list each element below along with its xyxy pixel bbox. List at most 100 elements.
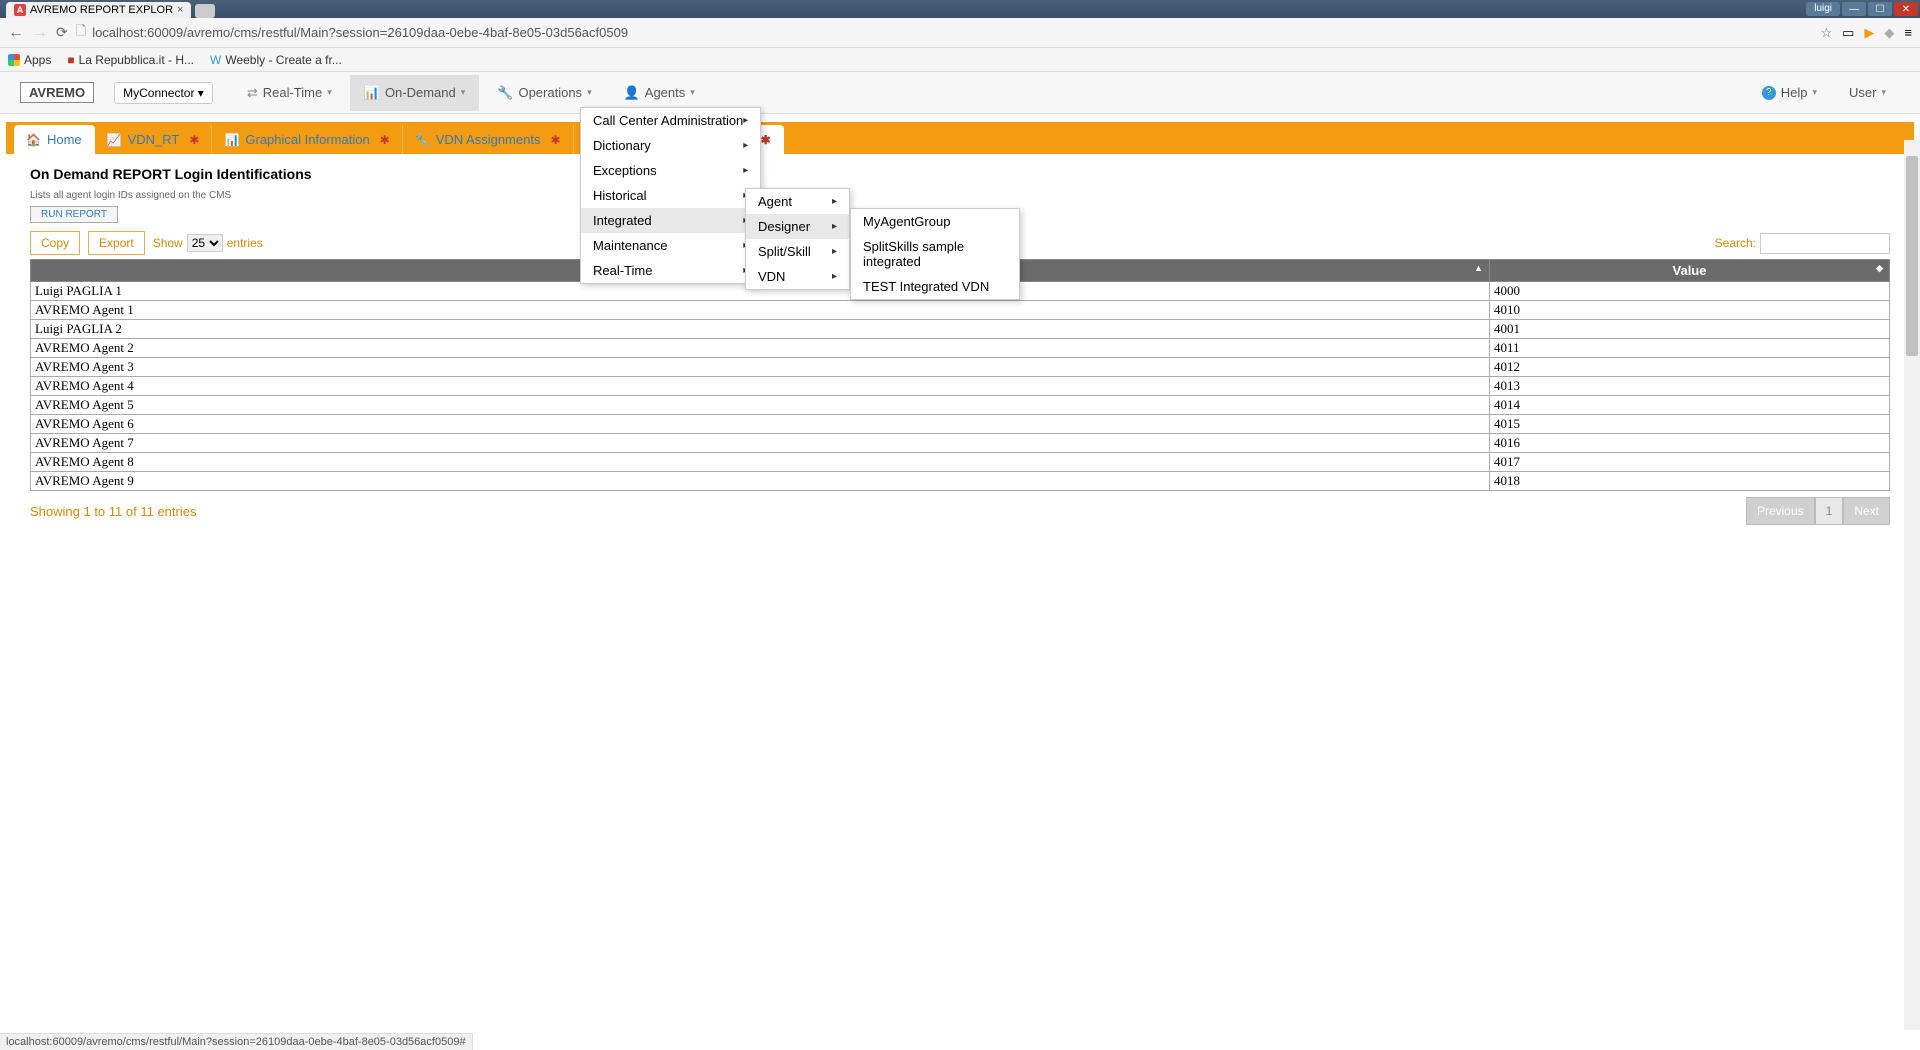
tab-close-icon[interactable]: ✱ [189, 133, 199, 147]
nav-operations[interactable]: 🔧 Operations ▾ [483, 75, 605, 111]
sort-icon: ◆ [1876, 263, 1883, 274]
table-row: AVREMO Agent 64015 [31, 415, 1890, 434]
caret-down-icon: ▾ [327, 87, 332, 98]
tab-close-icon[interactable]: ✱ [380, 133, 390, 147]
menu-item-splitskills-sample[interactable]: SplitSkills sample integrated [851, 234, 1019, 274]
tab-graphical-info[interactable]: 📊 Graphical Information ✱ [212, 125, 402, 154]
menu-icon[interactable]: ≡ [1904, 25, 1912, 40]
window-close-icon[interactable]: ✕ [1894, 2, 1918, 16]
new-tab-button[interactable] [195, 4, 215, 18]
table-row: AVREMO Agent 94018 [31, 472, 1890, 491]
integrated-menu: Agent▸ Designer▸ Split/Skill▸ VDN▸ [745, 188, 850, 290]
address-bar[interactable]: 🗋 localhost:60009/avremo/cms/restful/Mai… [76, 22, 1813, 44]
page-size-select[interactable]: 25 [187, 234, 223, 252]
menu-item-maintenance[interactable]: Maintenance▸ [581, 233, 760, 258]
nav-agents[interactable]: 👤 Agents ▾ [610, 75, 709, 111]
cell-value: 4018 [1490, 472, 1890, 491]
cell-name: AVREMO Agent 5 [31, 396, 1490, 415]
showing-info: Showing 1 to 11 of 11 entries [30, 504, 196, 519]
menu-item-vdn[interactable]: VDN▸ [746, 264, 849, 289]
wrench-icon: 🔧 [415, 133, 430, 147]
tab-close-icon[interactable]: ✱ [550, 133, 560, 147]
arrow-right-icon: ▸ [832, 246, 837, 257]
user-icon: 👤 [624, 85, 640, 101]
tab-close-icon[interactable]: × [177, 4, 183, 16]
app-navbar: AVREMO MyConnector ▾ ⇄ Real-Time ▾ 📊 On-… [0, 72, 1920, 114]
bookmark-favicon-icon: W [210, 53, 221, 67]
page-1-button[interactable]: 1 [1815, 497, 1844, 525]
menu-item-historical[interactable]: Historical▸ [581, 183, 760, 208]
nav-help[interactable]: ? Help ▾ [1748, 75, 1831, 110]
table-row: AVREMO Agent 74016 [31, 434, 1890, 453]
connector-dropdown[interactable]: MyConnector ▾ [114, 82, 213, 104]
run-report-button[interactable]: RUN REPORT [30, 206, 118, 223]
user-badge[interactable]: luigi [1806, 2, 1840, 16]
menu-item-test-integrated-vdn[interactable]: TEST Integrated VDN [851, 274, 1019, 299]
nav-realtime[interactable]: ⇄ Real-Time ▾ [233, 75, 346, 111]
vertical-scrollbar[interactable] [1904, 140, 1920, 1030]
arrow-right-icon: ▸ [743, 115, 748, 126]
table-row: Luigi PAGLIA 24001 [31, 320, 1890, 339]
bookmark-star-icon[interactable]: ☆ [1820, 25, 1832, 41]
caret-down-icon: ▾ [587, 87, 592, 98]
window-minimize-icon[interactable]: — [1842, 2, 1866, 16]
cell-name: AVREMO Agent 6 [31, 415, 1490, 434]
cell-value: 4010 [1490, 301, 1890, 320]
scrollbar-thumb[interactable] [1906, 156, 1918, 356]
tab-vdn-rt[interactable]: 📈 VDN_RT ✱ [95, 125, 213, 154]
browser-tab[interactable]: A AVREMO REPORT EXPLOR × [6, 2, 191, 18]
menu-item-dictionary[interactable]: Dictionary▸ [581, 133, 760, 158]
menu-item-callcenter[interactable]: Call Center Administration▸ [581, 108, 760, 133]
cell-name: AVREMO Agent 8 [31, 453, 1490, 472]
favicon-icon: A [14, 4, 26, 16]
nav-ondemand[interactable]: 📊 On-Demand ▾ [350, 75, 480, 111]
bookmark-item[interactable]: ■La Repubblica.it - H... [67, 53, 194, 67]
menu-item-myagentgroup[interactable]: MyAgentGroup [851, 209, 1019, 234]
cell-name: AVREMO Agent 3 [31, 358, 1490, 377]
tab-strip: 🏠 Home 📈 VDN_RT ✱ 📊 Graphical Informatio… [6, 122, 1914, 154]
arrow-right-icon: ▸ [832, 221, 837, 232]
report-title: On Demand REPORT Login Identifications [30, 166, 1890, 182]
cell-value: 4011 [1490, 339, 1890, 358]
play-icon[interactable]: ▶ [1864, 25, 1874, 41]
cell-name: AVREMO Agent 4 [31, 377, 1490, 396]
menu-item-designer[interactable]: Designer▸ [746, 214, 849, 239]
search-box: Search: [1715, 233, 1890, 254]
cell-value: 4016 [1490, 434, 1890, 453]
nav-user[interactable]: User ▾ [1835, 75, 1900, 110]
extension-icon[interactable]: ◆ [1884, 25, 1894, 41]
export-button[interactable]: Export [88, 231, 145, 255]
cell-value: 4015 [1490, 415, 1890, 434]
cell-name: AVREMO Agent 1 [31, 301, 1490, 320]
table-row: AVREMO Agent 54014 [31, 396, 1890, 415]
bookmark-item[interactable]: WWeebly - Create a fr... [210, 53, 342, 67]
search-input[interactable] [1760, 233, 1890, 254]
prev-button[interactable]: Previous [1746, 497, 1815, 525]
menu-item-splitskill[interactable]: Split/Skill▸ [746, 239, 849, 264]
menu-item-integrated[interactable]: Integrated▸ [581, 208, 760, 233]
tab-vdn-assignments[interactable]: 🔧 VDN Assignments ✱ [403, 125, 574, 154]
caret-down-icon: ▾ [461, 87, 466, 98]
cell-value: 4017 [1490, 453, 1890, 472]
reload-icon[interactable]: ⟳ [56, 24, 68, 41]
table-row: AVREMO Agent 14010 [31, 301, 1890, 320]
cell-value: 4000 [1490, 282, 1890, 301]
cell-name: Luigi PAGLIA 2 [31, 320, 1490, 339]
next-button[interactable]: Next [1843, 497, 1890, 525]
window-maximize-icon[interactable]: ☐ [1868, 2, 1892, 16]
arrow-right-icon: ▸ [832, 196, 837, 207]
menu-item-realtime[interactable]: Real-Time▸ [581, 258, 760, 283]
tab-close-icon[interactable]: ✱ [761, 133, 771, 147]
apps-button[interactable]: Apps [8, 53, 51, 67]
column-header-value[interactable]: Value◆ [1490, 260, 1890, 282]
tab-home[interactable]: 🏠 Home [14, 125, 95, 154]
table-row: AVREMO Agent 44013 [31, 377, 1890, 396]
arrow-right-icon: ▸ [832, 271, 837, 282]
menu-item-exceptions[interactable]: Exceptions▸ [581, 158, 760, 183]
copy-button[interactable]: Copy [30, 231, 80, 255]
cell-value: 4014 [1490, 396, 1890, 415]
back-icon[interactable]: ← [8, 24, 24, 42]
menu-item-agent[interactable]: Agent▸ [746, 189, 849, 214]
browser-tab-title: AVREMO REPORT EXPLOR [30, 4, 173, 16]
device-icon[interactable]: ▭ [1842, 25, 1854, 41]
